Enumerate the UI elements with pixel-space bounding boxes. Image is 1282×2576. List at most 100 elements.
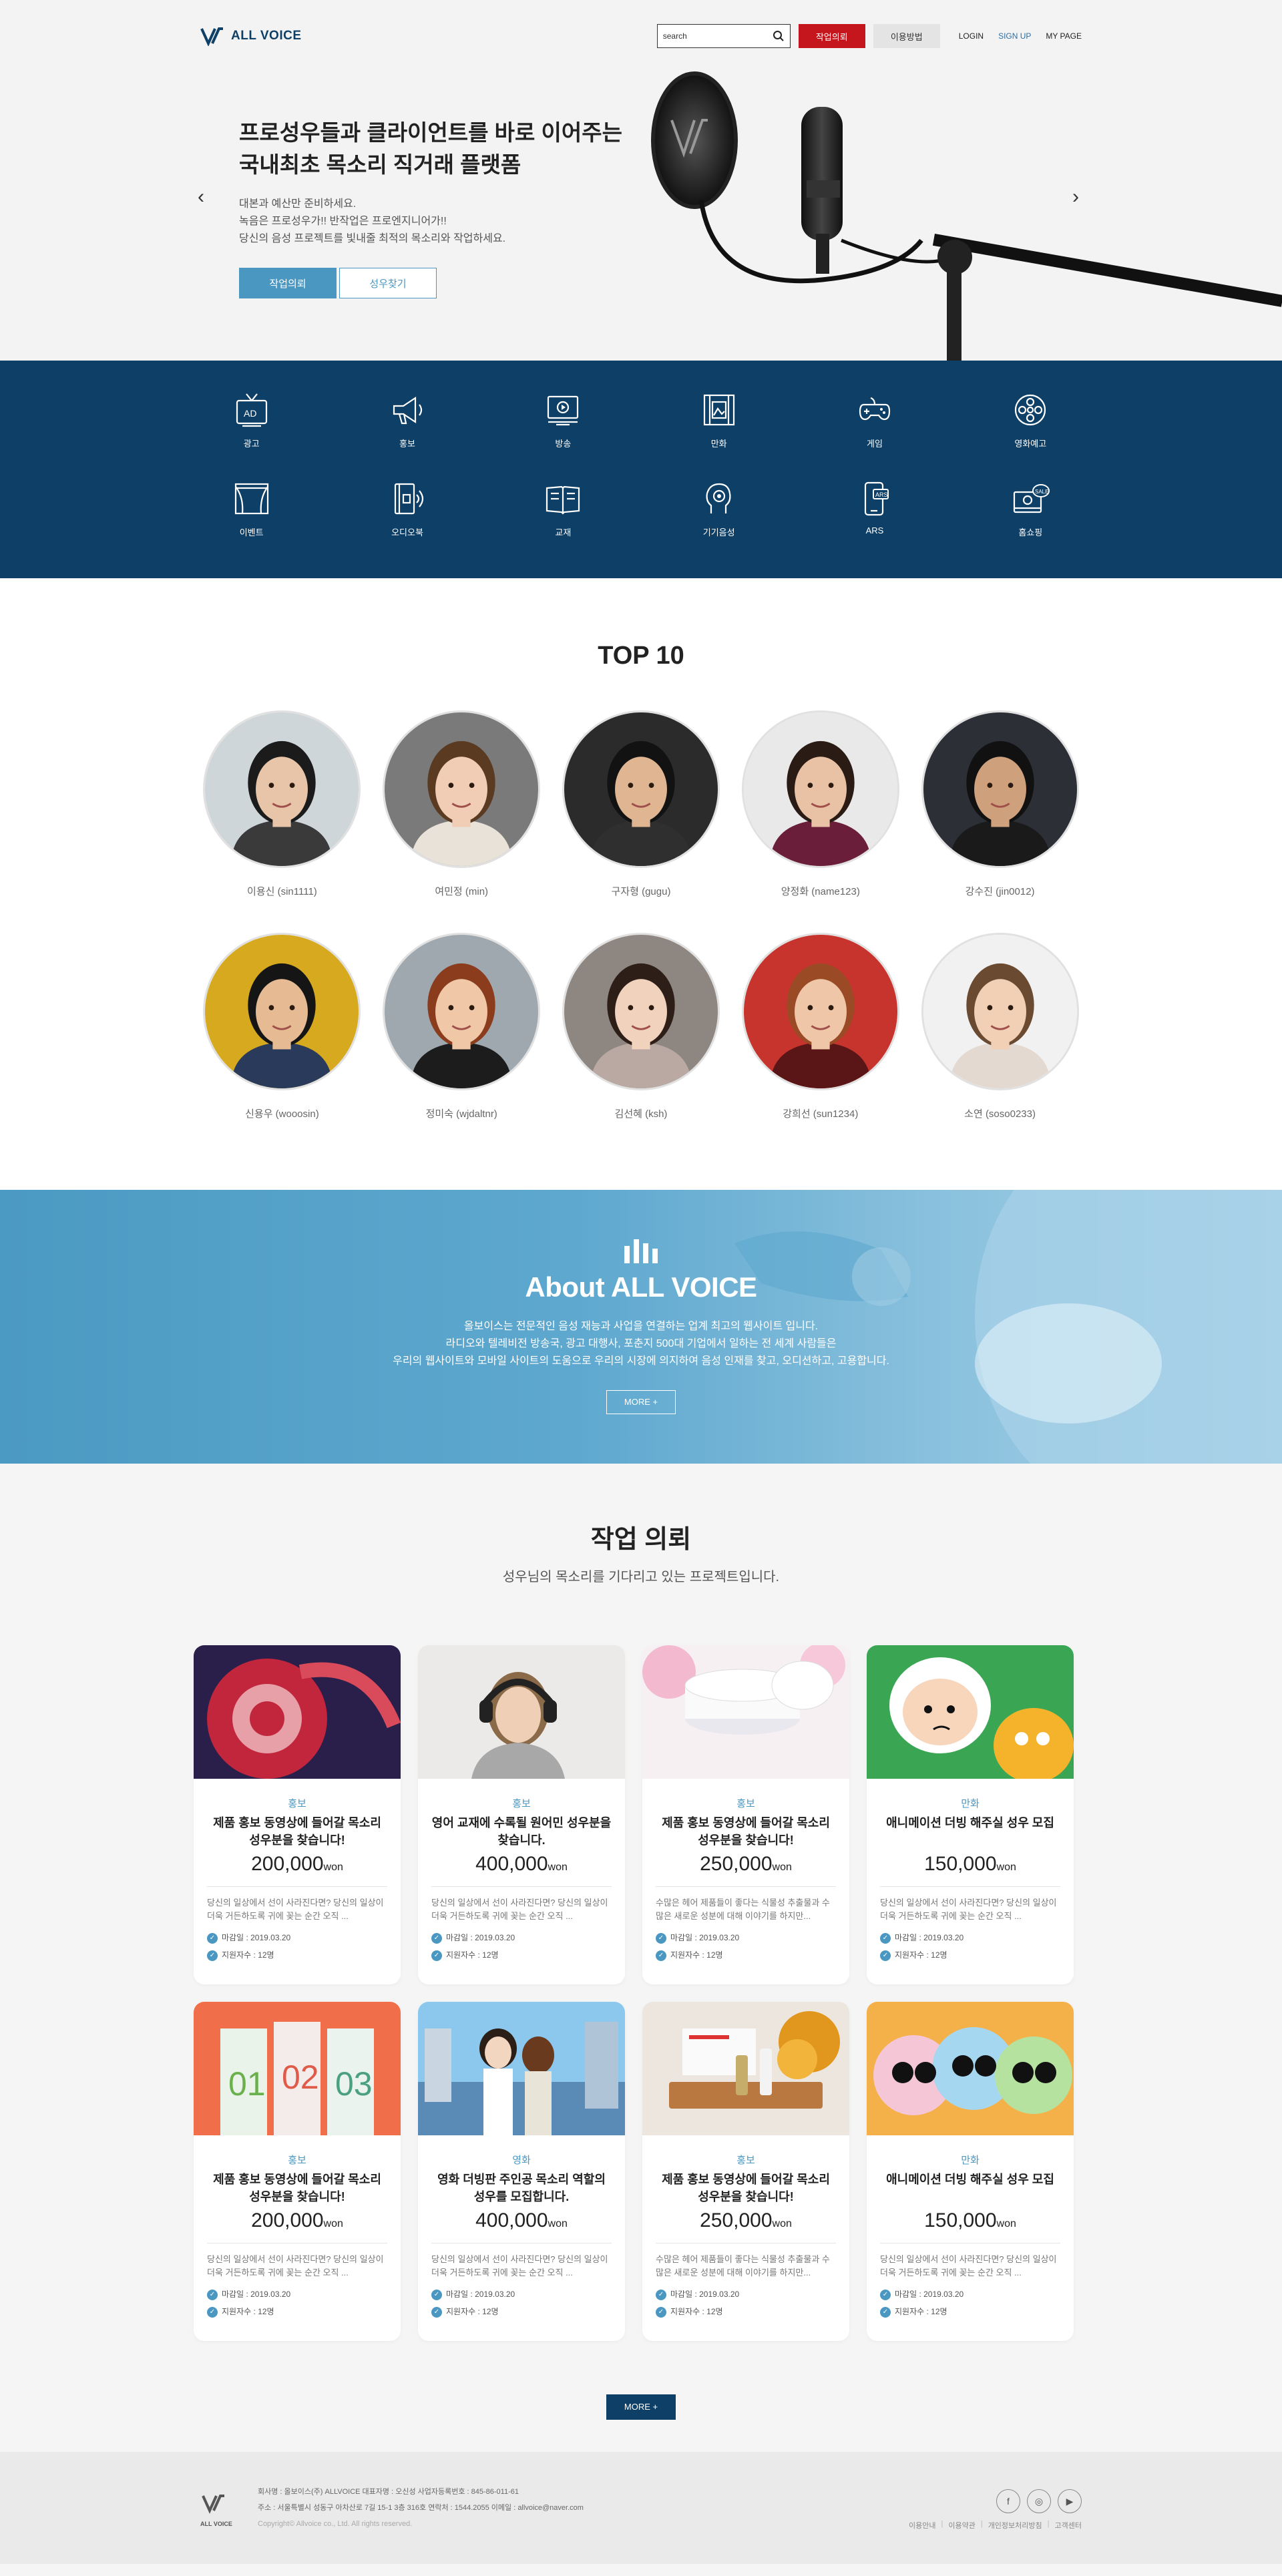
category-label: 오디오북 bbox=[391, 527, 423, 538]
category-item[interactable]: 영화예고 bbox=[953, 389, 1108, 449]
category-item[interactable]: 오디오북 bbox=[329, 477, 485, 538]
book-icon bbox=[546, 485, 580, 515]
hero-desc-line3: 당신의 음성 프로젝트를 빛내줄 최적의 목소리와 작업하세요. bbox=[239, 233, 506, 244]
request-card[interactable]: 홍보 제품 홍보 동영상에 들어갈 목소리 성우분을 찾습니다! 250,000… bbox=[642, 2002, 849, 2341]
avatar[interactable] bbox=[921, 933, 1079, 1090]
category-item[interactable]: AD 광고 bbox=[174, 389, 329, 449]
voice-actor-card[interactable]: 여민정 (min) bbox=[372, 710, 552, 898]
footer-logo[interactable]: ALL VOICE bbox=[200, 2493, 238, 2527]
request-card-image[interactable] bbox=[642, 1645, 849, 1779]
request-title[interactable]: 애니메이션 더빙 해주실 성우 모집 bbox=[880, 2171, 1060, 2205]
category-item[interactable]: 게임 bbox=[797, 389, 952, 449]
category-item[interactable]: ARS ARS bbox=[797, 477, 952, 538]
check-icon: ✓ bbox=[207, 2289, 218, 2300]
request-card-image[interactable] bbox=[194, 1645, 401, 1779]
avatar[interactable] bbox=[203, 933, 361, 1090]
category-item[interactable]: 방송 bbox=[485, 389, 641, 449]
category-label: 방송 bbox=[555, 439, 572, 449]
request-card[interactable]: 홍보 제품 홍보 동영상에 들어갈 목소리 성우분을 찾습니다! 250,000… bbox=[642, 1645, 849, 1984]
signup-link[interactable]: SIGN UP bbox=[998, 31, 1031, 41]
hero-desc-line1: 대본과 예산만 준비하세요. bbox=[239, 198, 357, 210]
category-item[interactable]: 만화 bbox=[641, 389, 797, 449]
request-title[interactable]: 영화 더빙판 주인공 목소리 역할의 성우를 모집합니다. bbox=[431, 2171, 612, 2205]
voice-actor-card[interactable]: 김선혜 (ksh) bbox=[552, 933, 731, 1120]
voice-actor-card[interactable]: 양정화 (name123) bbox=[730, 710, 910, 898]
avatar[interactable] bbox=[741, 710, 899, 868]
request-title[interactable]: 제품 홍보 동영상에 들어갈 목소리 성우분을 찾습니다! bbox=[656, 1814, 836, 1849]
footer-link[interactable]: 이용약관 bbox=[948, 2520, 975, 2531]
request-card-image[interactable] bbox=[418, 2002, 625, 2135]
ars-phone-icon: ARS bbox=[864, 481, 889, 516]
request-card-image[interactable] bbox=[867, 2002, 1074, 2135]
site-logo[interactable]: ALL VOICE bbox=[200, 26, 302, 47]
category-item[interactable]: 홍보 bbox=[329, 389, 485, 449]
avatar[interactable] bbox=[203, 710, 361, 868]
slider-prev-arrow-icon[interactable]: ‹ bbox=[198, 186, 204, 208]
request-meta: ✓ 마감일 : 2019.03.20 ✓ 지원자수 : 12명 bbox=[207, 1929, 387, 1964]
search-icon[interactable] bbox=[773, 30, 785, 42]
category-item[interactable]: SALE 홈쇼핑 bbox=[953, 477, 1108, 538]
request-card[interactable]: 01 02 03 홍보 제품 홍보 동영상에 들어갈 목소리 성우분을 찾습니다! … bbox=[194, 2002, 401, 2341]
request-title[interactable]: 제품 홍보 동영상에 들어갈 목소리 성우분을 찾습니다! bbox=[207, 1814, 387, 1849]
check-icon: ✓ bbox=[656, 1950, 666, 1961]
voice-actor-name: 소연 (soso0233) bbox=[964, 1108, 1036, 1120]
request-card-image[interactable] bbox=[642, 2002, 849, 2135]
hero-desc-line2: 녹음은 프로성우가!! 반작업은 프로엔지니어가!! bbox=[239, 216, 447, 227]
category-item[interactable]: 이벤트 bbox=[174, 477, 329, 538]
avatar[interactable] bbox=[383, 933, 541, 1090]
hero-description: 대본과 예산만 준비하세요. 녹음은 프로성우가!! 반작업은 프로엔지니어가!… bbox=[239, 196, 666, 248]
price-unit: won bbox=[323, 2218, 343, 2229]
request-title[interactable]: 제품 홍보 동영상에 들어갈 목소리 성우분을 찾습니다! bbox=[207, 2171, 387, 2205]
request-card[interactable]: 홍보 제품 홍보 동영상에 들어갈 목소리 성우분을 찾습니다! 200,000… bbox=[194, 1645, 401, 1984]
mypage-link[interactable]: MY PAGE bbox=[1046, 31, 1082, 41]
price-value: 400,000 bbox=[475, 2209, 548, 2231]
hero-find-voice-button[interactable]: 성우찾기 bbox=[339, 268, 437, 298]
slider-next-arrow-icon[interactable]: › bbox=[1072, 186, 1079, 208]
category-label: 광고 bbox=[243, 439, 260, 449]
hero-request-button[interactable]: 작업의뢰 bbox=[239, 268, 337, 298]
requests-more-button[interactable]: MORE + bbox=[606, 2394, 676, 2420]
request-card[interactable]: 홍보 영어 교재에 수록될 원어민 성우분을 찾습니다. 400,000won … bbox=[418, 1645, 625, 1984]
category-item[interactable]: 교재 bbox=[485, 477, 641, 538]
voice-actor-card[interactable]: 강희선 (sun1234) bbox=[730, 933, 910, 1120]
request-title[interactable]: 영어 교재에 수록될 원어민 성우분을 찾습니다. bbox=[431, 1814, 612, 1849]
request-card[interactable]: 영화 영화 더빙판 주인공 목소리 역할의 성우를 모집합니다. 400,000… bbox=[418, 2002, 625, 2341]
about-more-button[interactable]: MORE + bbox=[606, 1390, 676, 1414]
request-card-image[interactable] bbox=[418, 1645, 625, 1779]
search-input[interactable] bbox=[662, 31, 773, 41]
youtube-icon[interactable]: ▶ bbox=[1058, 2489, 1082, 2513]
facebook-icon[interactable]: f bbox=[996, 2489, 1020, 2513]
voice-actor-card[interactable]: 이용신 (sin1111) bbox=[192, 710, 372, 898]
request-card-image[interactable] bbox=[867, 1645, 1074, 1779]
category-item[interactable]: 기기음성 bbox=[641, 477, 797, 538]
avatar[interactable] bbox=[921, 710, 1079, 868]
login-link[interactable]: LOGIN bbox=[959, 31, 984, 41]
check-icon: ✓ bbox=[656, 2306, 666, 2318]
request-card[interactable]: 만화 애니메이션 더빙 해주실 성우 모집 150,000won 당신의 일상에… bbox=[867, 1645, 1074, 1984]
request-title[interactable]: 제품 홍보 동영상에 들어갈 목소리 성우분을 찾습니다! bbox=[656, 2171, 836, 2205]
category-grid: AD 광고 홍보 방송 만화 게임 영화예고이벤트 오디오북 교재 기기음성 ARS ARS SALE 홈… bbox=[174, 389, 1108, 538]
instagram-icon[interactable]: ◎ bbox=[1027, 2489, 1051, 2513]
avatar[interactable] bbox=[562, 710, 720, 868]
ad-tv-icon: AD bbox=[236, 393, 267, 427]
request-title[interactable]: 애니메이션 더빙 해주실 성우 모집 bbox=[880, 1814, 1060, 1849]
request-card[interactable]: 만화 애니메이션 더빙 해주실 성우 모집 150,000won 당신의 일상에… bbox=[867, 2002, 1074, 2341]
request-work-button[interactable]: 작업의뢰 bbox=[798, 24, 865, 48]
voice-actor-card[interactable]: 소연 (soso0233) bbox=[910, 933, 1090, 1120]
avatar[interactable] bbox=[562, 933, 720, 1090]
voice-actor-card[interactable]: 정미숙 (wjdaltnr) bbox=[372, 933, 552, 1120]
about-line1: 올보이스는 전문적인 음성 재능과 사업을 연결하는 업계 최고의 웹사이트 입… bbox=[463, 1321, 819, 1332]
equalizer-icon bbox=[624, 1239, 658, 1263]
request-deadline: 마감일 : 2019.03.20 bbox=[222, 2290, 291, 2299]
how-to-use-button[interactable]: 이용방법 bbox=[873, 24, 940, 48]
request-card-image[interactable]: 01 02 03 bbox=[194, 2002, 401, 2135]
voice-actor-card[interactable]: 구자형 (gugu) bbox=[552, 710, 731, 898]
request-meta: ✓ 마감일 : 2019.03.20 ✓ 지원자수 : 12명 bbox=[880, 2286, 1060, 2320]
footer-link[interactable]: 고객센터 bbox=[1055, 2520, 1082, 2531]
voice-actor-card[interactable]: 신용우 (wooosin) bbox=[192, 933, 372, 1120]
avatar[interactable] bbox=[383, 710, 541, 868]
voice-actor-card[interactable]: 강수진 (jin0012) bbox=[910, 710, 1090, 898]
avatar[interactable] bbox=[741, 933, 899, 1090]
footer-link[interactable]: 개인정보처리방침 bbox=[988, 2520, 1042, 2531]
footer-link[interactable]: 이용안내 bbox=[909, 2520, 935, 2531]
